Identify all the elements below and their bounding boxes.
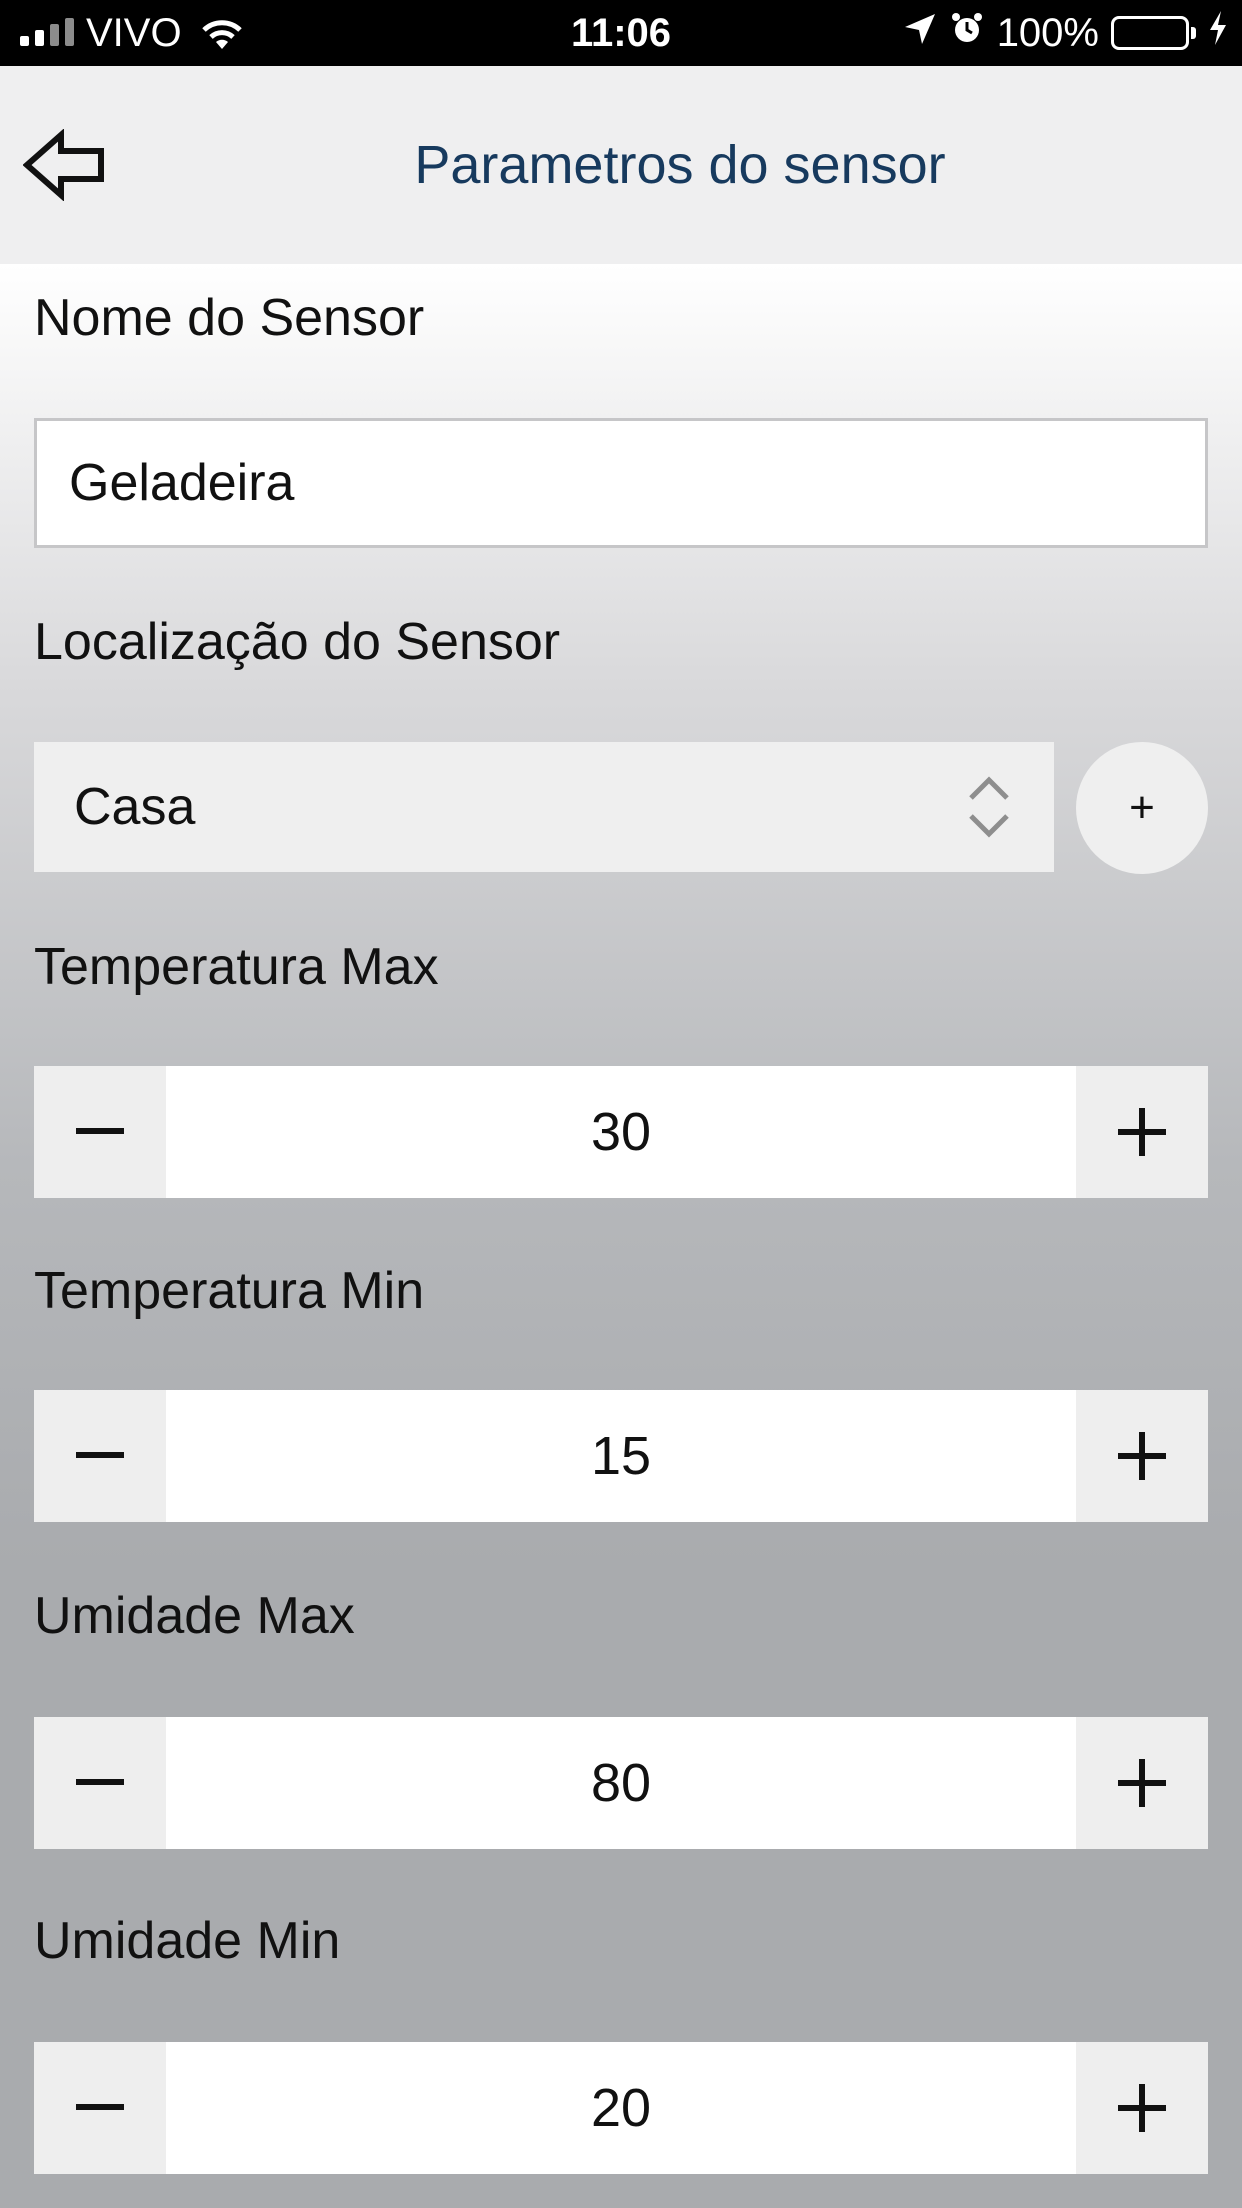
temp-min-value[interactable]: 15 — [166, 1390, 1076, 1522]
hum-max-stepper: 80 — [34, 1717, 1208, 1849]
alarm-icon — [949, 10, 985, 56]
location-select-value: Casa — [74, 778, 196, 836]
minus-icon — [76, 1128, 124, 1134]
sensor-location-label: Localização do Sensor — [34, 613, 561, 671]
temp-max-label: Temperatura Max — [34, 938, 439, 996]
plus-icon — [1118, 2084, 1166, 2132]
minus-icon — [76, 1779, 124, 1785]
temp-max-decrement-button[interactable] — [34, 1066, 166, 1198]
hum-min-stepper: 20 — [34, 2042, 1208, 2174]
status-right-group: 100% — [903, 0, 1228, 66]
temp-max-stepper: 30 — [34, 1066, 1208, 1198]
plus-icon — [1118, 1759, 1166, 1807]
plus-icon — [1118, 1108, 1166, 1156]
temp-min-stepper: 15 — [34, 1390, 1208, 1522]
hum-min-label: Umidade Min — [34, 1912, 341, 1970]
minus-icon — [76, 1452, 124, 1458]
sensor-form: Nome do Sensor Localização do Sensor Cas… — [0, 264, 1242, 2208]
temp-min-increment-button[interactable] — [1076, 1390, 1208, 1522]
battery-icon — [1111, 16, 1196, 50]
hum-min-value[interactable]: 20 — [166, 2042, 1076, 2174]
charging-bolt-icon — [1208, 10, 1228, 56]
hum-max-label: Umidade Max — [34, 1587, 355, 1645]
sensor-name-label: Nome do Sensor — [34, 289, 425, 347]
nav-bar: Parametros do sensor — [0, 66, 1242, 264]
hum-max-increment-button[interactable] — [1076, 1717, 1208, 1849]
location-arrow-icon — [903, 11, 937, 56]
hum-min-increment-button[interactable] — [1076, 2042, 1208, 2174]
chevron-updown-icon — [954, 742, 1024, 872]
temp-min-label: Temperatura Min — [34, 1262, 425, 1320]
battery-percent: 100% — [996, 10, 1099, 55]
sensor-name-input[interactable] — [34, 418, 1208, 548]
temp-max-increment-button[interactable] — [1076, 1066, 1208, 1198]
page-title: Parametros do sensor — [414, 135, 946, 195]
hum-min-decrement-button[interactable] — [34, 2042, 166, 2174]
temp-max-value[interactable]: 30 — [166, 1066, 1076, 1198]
add-location-button[interactable]: + — [1076, 742, 1208, 874]
minus-icon — [76, 2104, 124, 2110]
status-bar: VIVO 11:06 100% — [0, 0, 1242, 66]
location-select[interactable]: Casa — [34, 742, 1054, 872]
hum-max-decrement-button[interactable] — [34, 1717, 166, 1849]
plus-icon — [1118, 1432, 1166, 1480]
hum-max-value[interactable]: 80 — [166, 1717, 1076, 1849]
temp-min-decrement-button[interactable] — [34, 1390, 166, 1522]
